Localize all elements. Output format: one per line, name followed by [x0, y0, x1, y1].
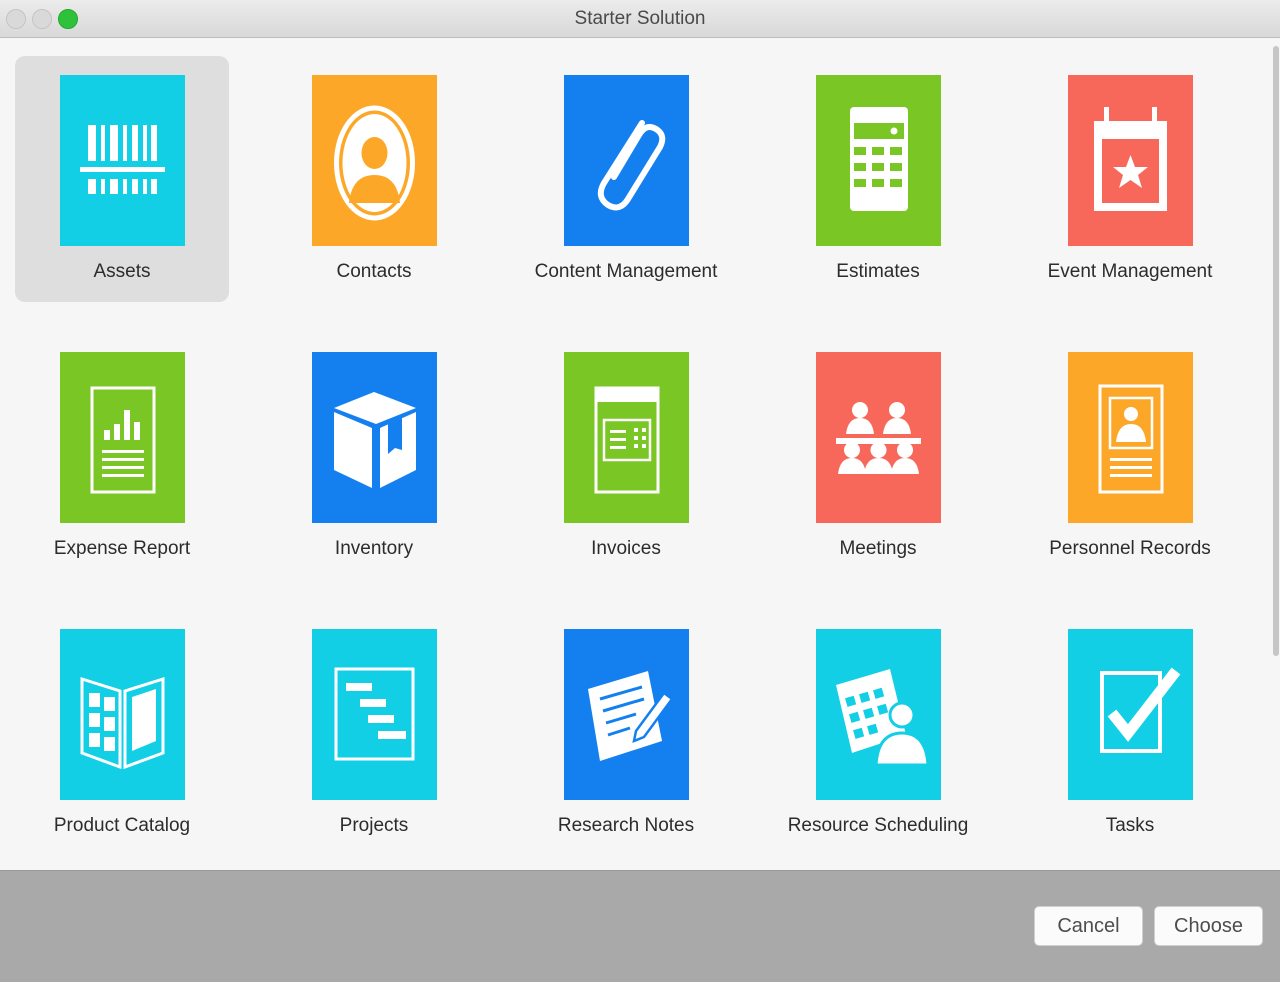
meeting-people-icon [816, 352, 941, 523]
template-personnel-records[interactable]: Personnel Records [1023, 333, 1237, 579]
template-research-notes[interactable]: Research Notes [519, 610, 733, 856]
title-bar: Starter Solution [0, 0, 1280, 38]
personnel-card-icon [1068, 352, 1193, 523]
template-label: Event Management [1047, 261, 1213, 282]
cancel-button[interactable]: Cancel [1034, 906, 1143, 946]
template-meetings[interactable]: Meetings [771, 333, 985, 579]
template-assets[interactable]: Assets [15, 56, 229, 302]
template-label: Content Management [534, 261, 718, 282]
template-label: Contacts [336, 261, 412, 282]
template-label: Product Catalog [53, 815, 191, 836]
template-invoices[interactable]: Invoices [519, 333, 733, 579]
notepad-pencil-icon [564, 629, 689, 800]
vertical-scrollbar[interactable] [1272, 38, 1280, 870]
template-label: Expense Report [53, 538, 191, 559]
choose-button[interactable]: Choose [1154, 906, 1263, 946]
template-label: Personnel Records [1049, 538, 1211, 559]
paperclip-icon [564, 75, 689, 246]
template-expense-report[interactable]: Expense Report [15, 333, 229, 579]
template-label: Projects [339, 815, 409, 836]
template-label: Invoices [591, 538, 661, 559]
template-grid: Assets Contacts Content Management Estim… [0, 38, 1272, 870]
template-label: Tasks [1105, 815, 1155, 836]
template-label: Inventory [334, 538, 414, 559]
checkbox-icon [1068, 629, 1193, 800]
barcode-icon [60, 75, 185, 246]
dialog-footer: Cancel Choose [0, 870, 1280, 982]
template-label: Assets [93, 261, 151, 282]
calculator-icon [816, 75, 941, 246]
box-icon [312, 352, 437, 523]
template-product-catalog[interactable]: Product Catalog [15, 610, 229, 856]
template-label: Research Notes [557, 815, 695, 836]
template-inventory[interactable]: Inventory [267, 333, 481, 579]
template-label: Resource Scheduling [787, 815, 969, 836]
starter-solution-window: Starter Solution Assets Contacts Content… [0, 0, 1280, 982]
template-resource-scheduling[interactable]: Resource Scheduling [771, 610, 985, 856]
calendar-star-icon [1068, 75, 1193, 246]
template-contacts[interactable]: Contacts [267, 56, 481, 302]
template-estimates[interactable]: Estimates [771, 56, 985, 302]
open-catalog-icon [60, 629, 185, 800]
template-projects[interactable]: Projects [267, 610, 481, 856]
window-title: Starter Solution [574, 8, 706, 29]
report-chart-icon [60, 352, 185, 523]
template-content-management[interactable]: Content Management [519, 56, 733, 302]
invoice-icon [564, 352, 689, 523]
gantt-chart-icon [312, 629, 437, 800]
template-event-management[interactable]: Event Management [1023, 56, 1237, 302]
calendar-person-icon [816, 629, 941, 800]
person-icon [312, 75, 437, 246]
template-label: Estimates [836, 261, 920, 282]
template-tasks[interactable]: Tasks [1023, 610, 1237, 856]
template-label: Meetings [839, 538, 917, 559]
scrollbar-thumb[interactable] [1273, 46, 1279, 656]
